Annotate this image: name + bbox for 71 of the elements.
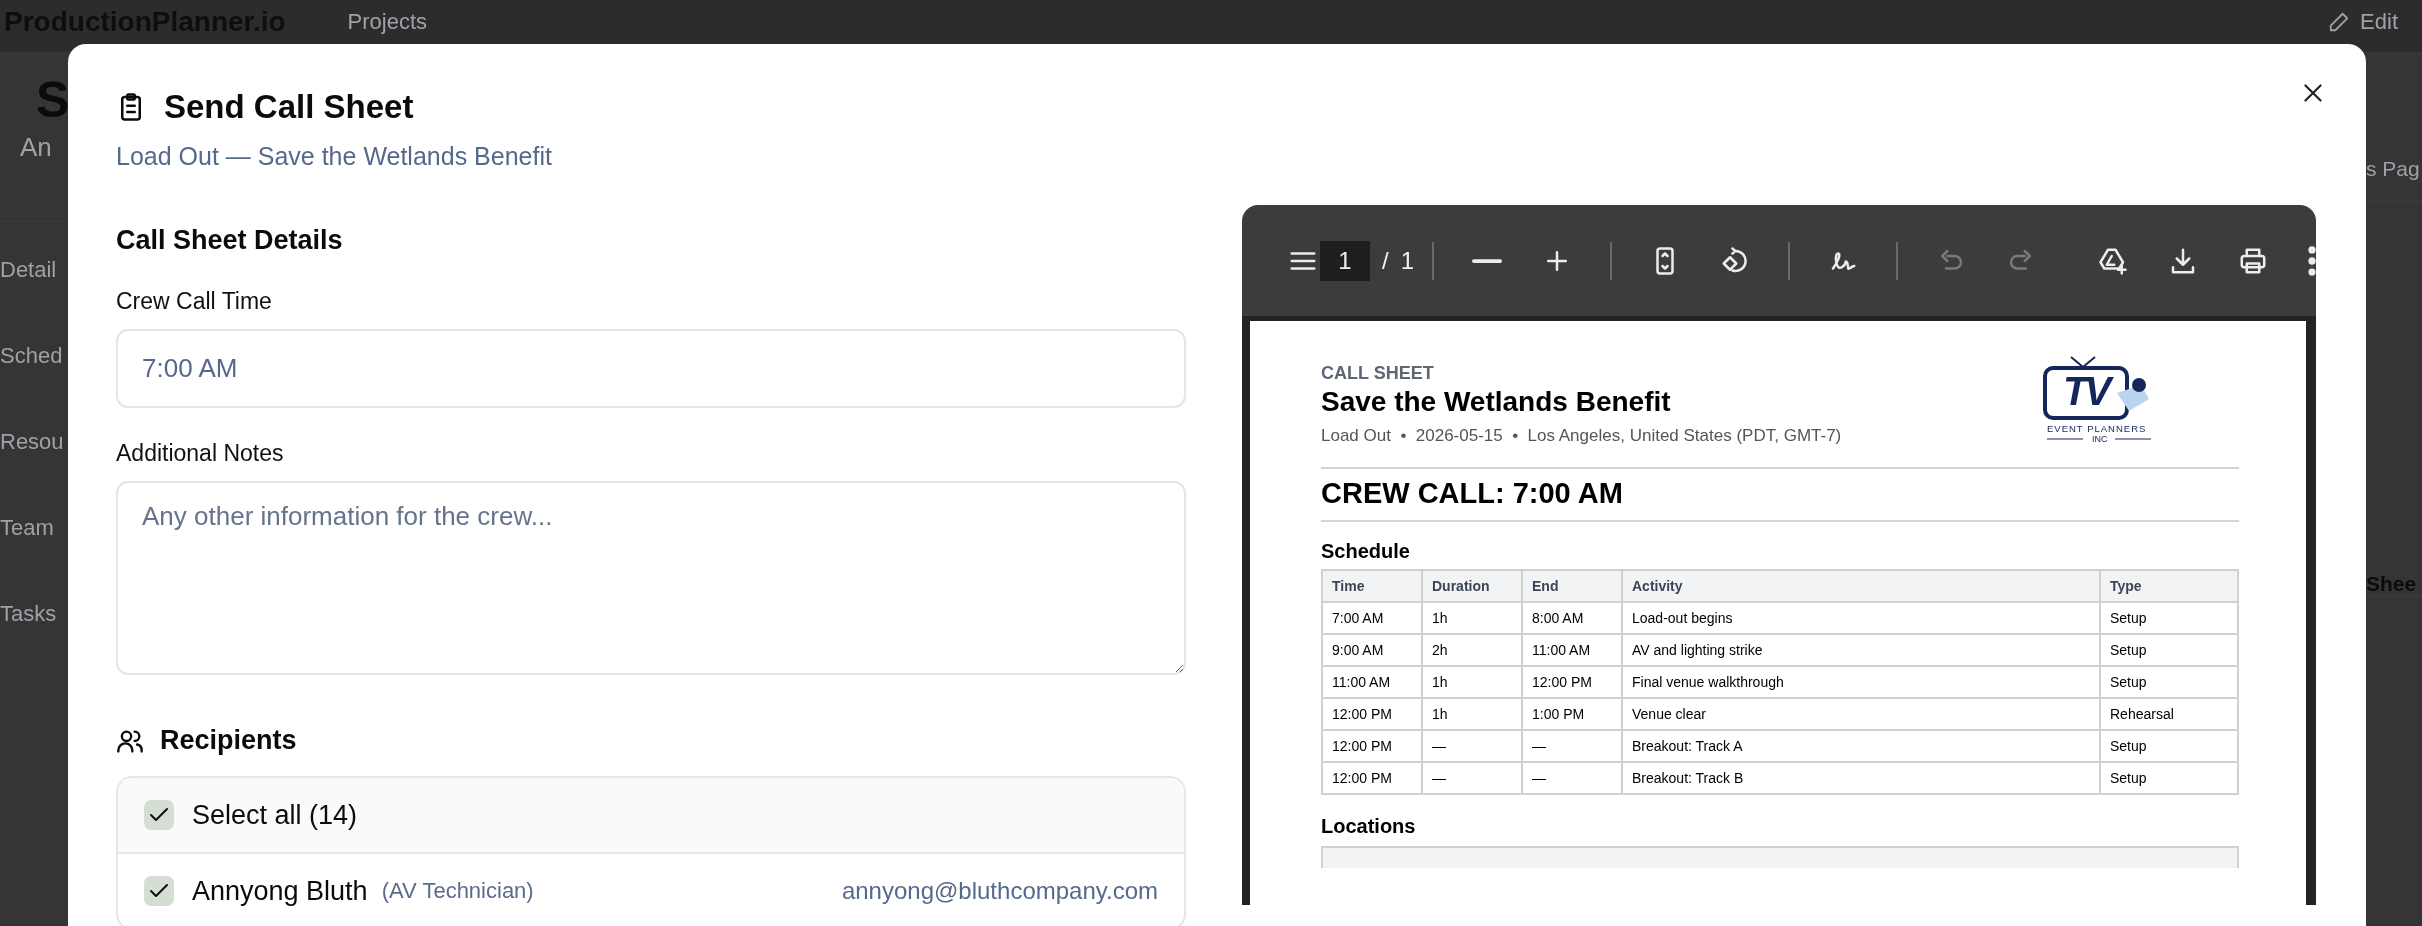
page-number-field[interactable]: 1: [1320, 240, 1370, 281]
table-cell: Breakout: Track B: [1622, 762, 2100, 794]
nav-tab[interactable]: Resou: [0, 424, 68, 460]
table-cell: 7:00 AM: [1322, 602, 1422, 634]
field-label: Additional Notes: [116, 440, 285, 467]
checkbox[interactable]: [144, 876, 174, 906]
table-cell: 12:00 PM: [1322, 730, 1422, 762]
table-cell: Setup: [2100, 730, 2238, 762]
field-label: Crew Call Time: [116, 288, 273, 315]
table-cell: 8:00 AM: [1522, 602, 1622, 634]
logo-subtext: INC: [2092, 434, 2108, 444]
checkbox[interactable]: [144, 800, 174, 830]
section-heading: Recipients: [160, 725, 297, 756]
select-all-label: Select all (14): [192, 799, 358, 831]
more-icon: [2308, 245, 2316, 276]
table-cell: —: [1422, 762, 1522, 794]
recipient-name: Annyong Bluth: [192, 875, 368, 907]
nav-tab[interactable]: Detail: [0, 252, 68, 288]
table-cell: —: [1522, 730, 1622, 762]
table-cell: Venue clear: [1622, 698, 2100, 730]
table-cell: Setup: [2100, 634, 2238, 666]
table-cell: Setup: [2100, 762, 2238, 794]
page-subtitle: An: [20, 132, 53, 163]
notes-field[interactable]: Any other information for the crew...: [116, 481, 1186, 675]
table-cell: 9:00 AM: [1322, 634, 1422, 666]
section-heading: Locations: [1321, 815, 1417, 838]
table-cell: 12:00 PM: [1322, 698, 1422, 730]
document-label: CALL SHEET: [1321, 363, 1435, 384]
table-cell: —: [1422, 730, 1522, 762]
section-heading: Schedule: [1321, 540, 1411, 563]
pencil-icon: [2328, 11, 2351, 33]
crew-call-heading: CREW CALL: 7:00 AM: [1321, 476, 1624, 511]
recipient-email: annyong@bluthcompany.com: [841, 877, 1158, 905]
nav-link[interactable]: Projects: [347, 9, 428, 35]
table-cell: —: [1522, 762, 1622, 794]
logo-text: EVENT PLANNERS: [2047, 423, 2147, 434]
table-cell: Breakout: Track A: [1622, 730, 2100, 762]
table-cell: Setup: [2100, 666, 2238, 698]
column-header: Activity: [1622, 570, 2100, 602]
table-cell: 1:00 PM: [1522, 698, 1622, 730]
section-heading: Call Sheet Details: [116, 225, 344, 256]
table-cell: Final venue walkthrough: [1622, 666, 2100, 698]
table-cell: 12:00 PM: [1522, 666, 1622, 698]
column-header: Type: [2100, 570, 2238, 602]
nav-tab[interactable]: Team: [0, 510, 68, 546]
page-separator: /: [1382, 246, 1389, 275]
table-cell: 11:00 AM: [1322, 666, 1422, 698]
table-cell: Setup: [2100, 602, 2238, 634]
nav-tab[interactable]: Sched: [0, 338, 68, 374]
column-header: Duration: [1422, 570, 1522, 602]
dialog-subtitle: Load Out — Save the Wetlands Benefit: [116, 142, 553, 171]
column-header: End: [1522, 570, 1622, 602]
page-total: 1: [1400, 246, 1415, 275]
table-cell: 2h: [1422, 634, 1522, 666]
input-field[interactable]: 7:00 AM: [116, 329, 1186, 408]
nav-tab[interactable]: Tasks: [0, 596, 68, 632]
table-cell: 1h: [1422, 666, 1522, 698]
table-cell: Load-out begins: [1622, 602, 2100, 634]
table-cell: Rehearsal: [2100, 698, 2238, 730]
table-cell: 1h: [1422, 698, 1522, 730]
recipient-role: (AV Technician): [381, 878, 534, 904]
dialog-title: Send Call Sheet: [164, 88, 414, 126]
column-header: Time: [1322, 570, 1422, 602]
table-cell: 1h: [1422, 602, 1522, 634]
document-meta: Load Out • 2026-05-15 • Los Angeles, United States (PDT, GMT-7): [1321, 426, 1842, 446]
zoom-out-icon: [1472, 256, 1503, 265]
document-title: Save the Wetlands Benefit: [1321, 386, 1672, 418]
edit-button[interactable]: Edit: [2328, 9, 2398, 35]
table-cell: 12:00 PM: [1322, 762, 1422, 794]
table-cell: AV and lighting strike: [1622, 634, 2100, 666]
table-cell: 11:00 AM: [1522, 634, 1622, 666]
